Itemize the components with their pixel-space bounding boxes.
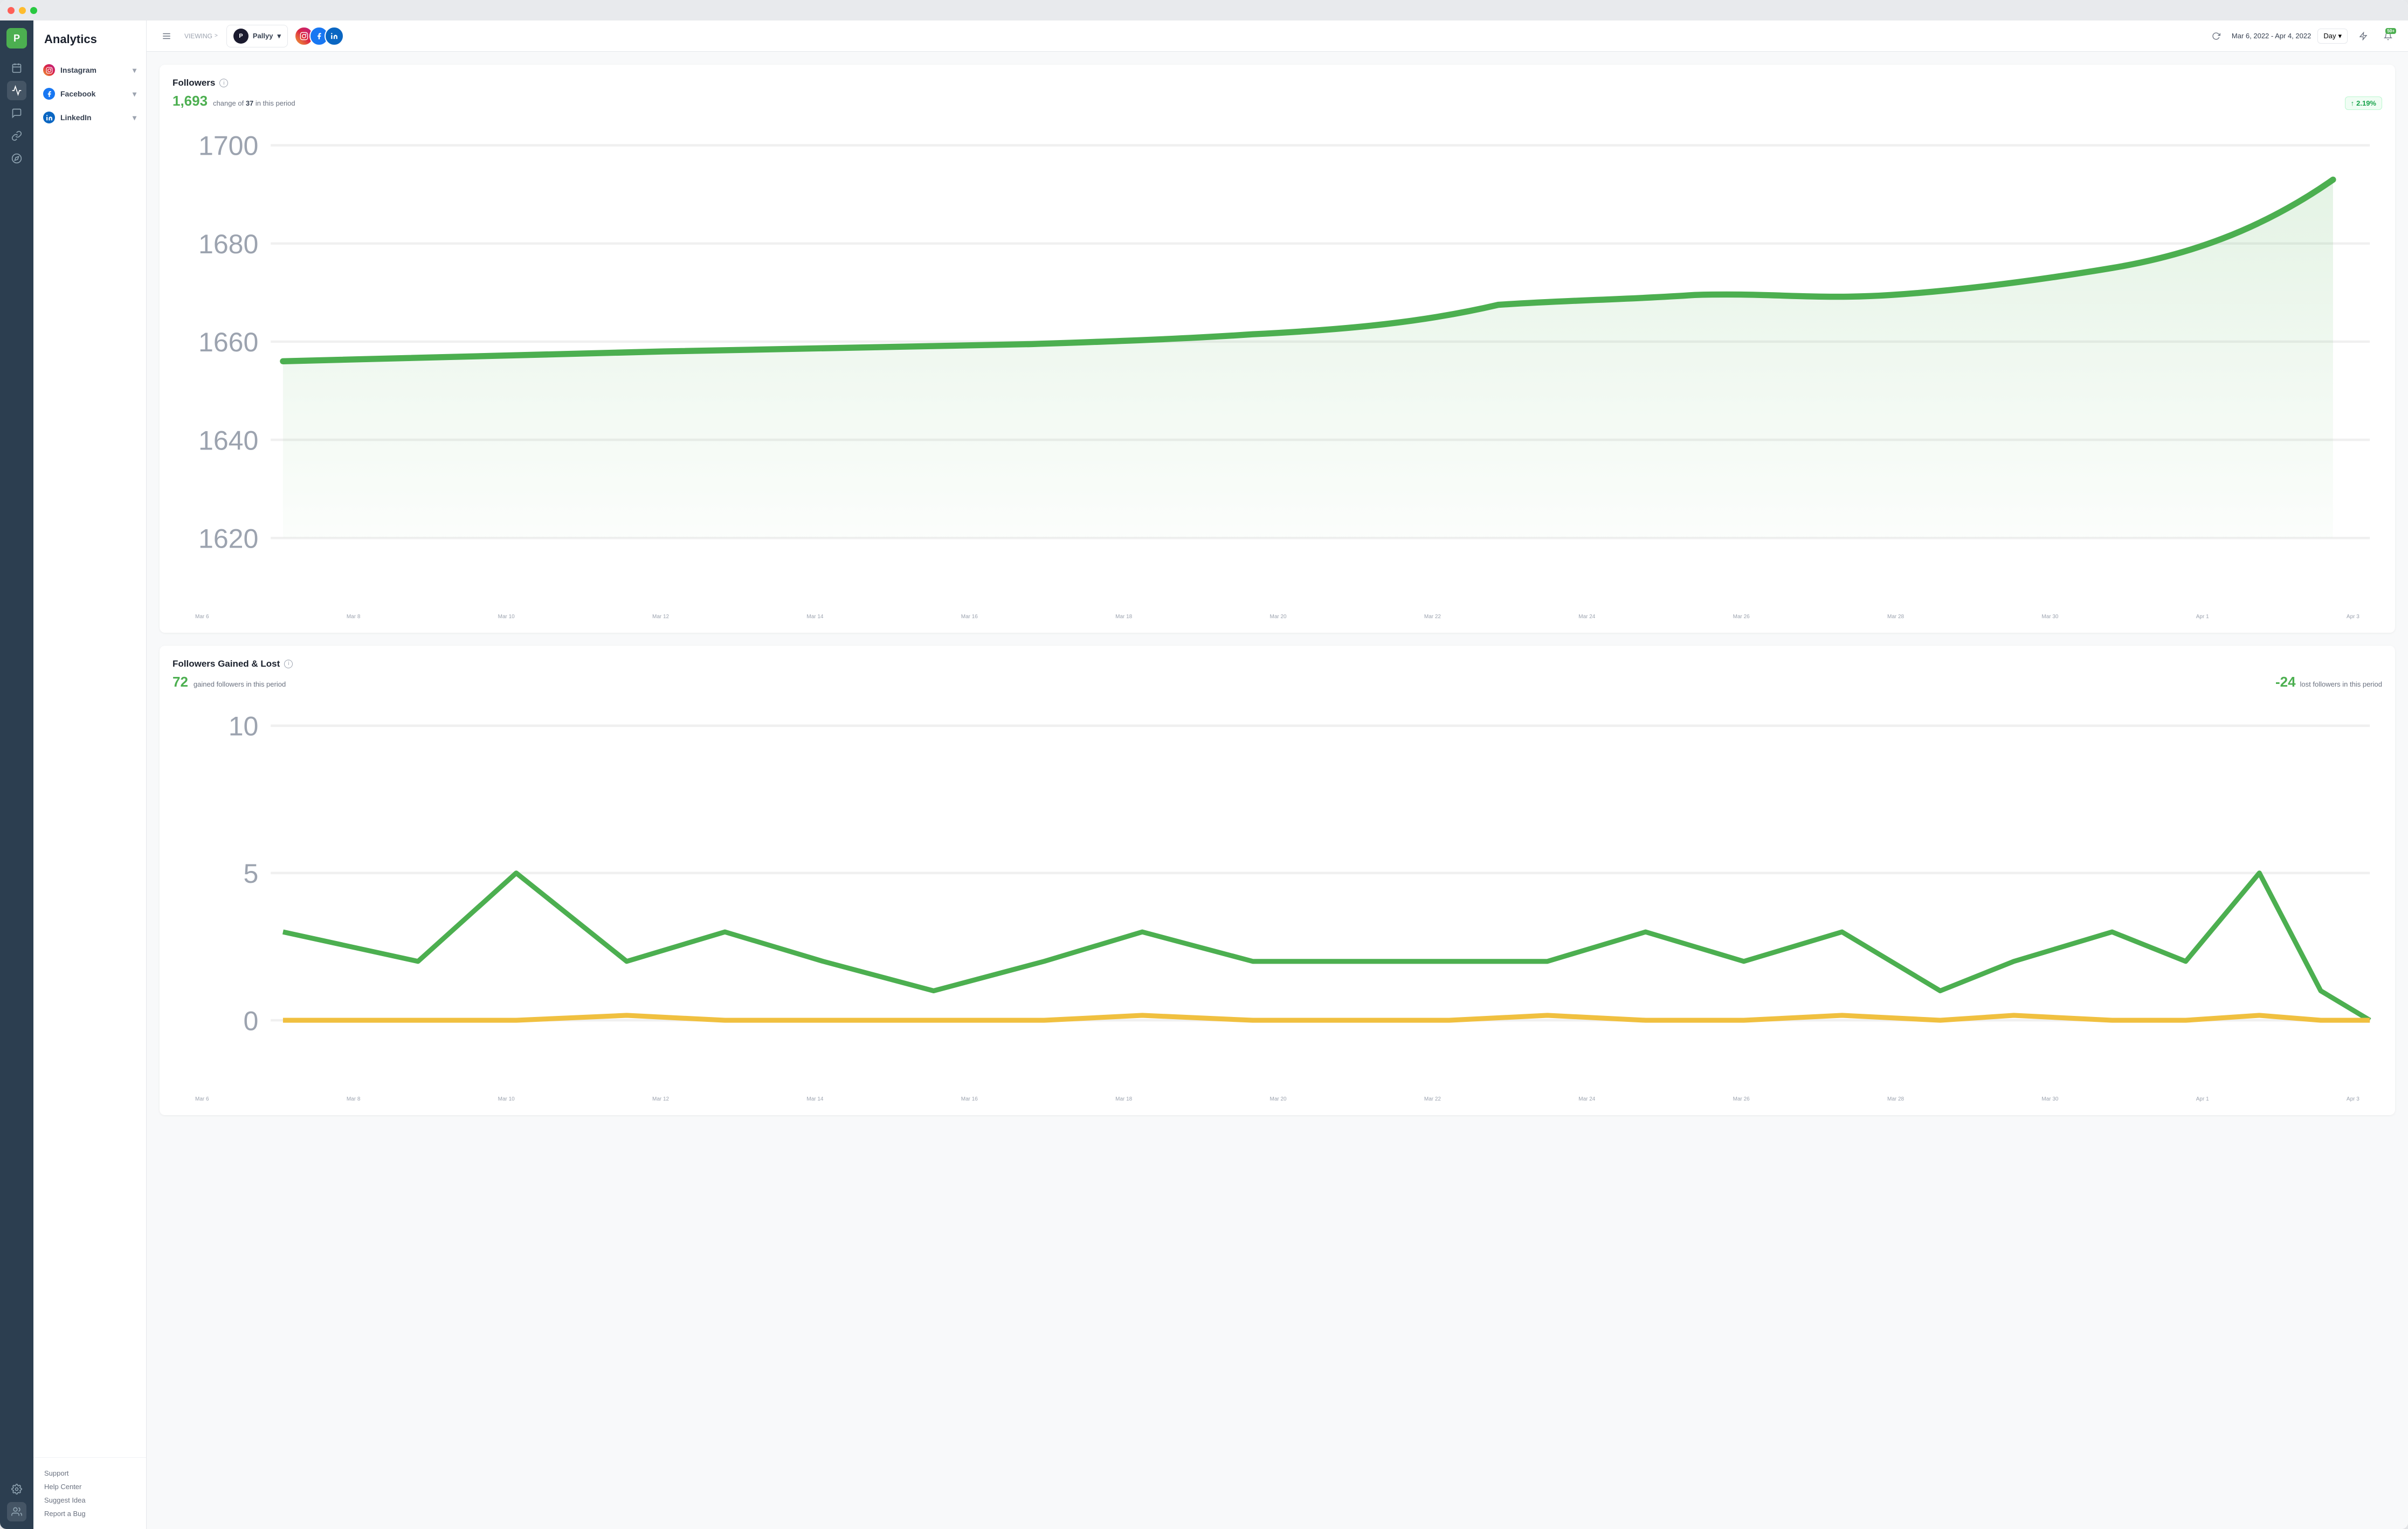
refresh-button[interactable] [2207, 27, 2225, 45]
followers-chart-header: Followers i [173, 78, 2382, 88]
sidebar-title: Analytics [33, 20, 146, 56]
viewing-label: VIEWING > [184, 32, 218, 40]
svg-text:1660: 1660 [198, 327, 258, 357]
followers-info-icon[interactable]: i [219, 79, 228, 87]
profile-badges [299, 26, 344, 46]
titlebar [0, 0, 2408, 20]
suggest-idea-link[interactable]: Suggest Idea [44, 1493, 135, 1507]
main-content: VIEWING > P Pallyy ▾ [147, 20, 2408, 1529]
content-area: Followers i 1,693 change of 37 in this p… [147, 52, 2408, 1529]
followers-pct-badge: ↑ 2.19% [2345, 96, 2382, 110]
date-range: Mar 6, 2022 - Apr 4, 2022 [2232, 32, 2311, 40]
svg-text:1680: 1680 [198, 229, 258, 259]
account-avatar: P [233, 29, 249, 44]
linkedin-label: LinkedIn [60, 113, 92, 122]
facebook-icon [43, 88, 55, 100]
svg-text:5: 5 [244, 859, 259, 889]
messages-icon[interactable] [7, 103, 26, 123]
svg-text:0: 0 [244, 1006, 259, 1036]
lost-stat: -24 [2275, 674, 2296, 690]
calendar-icon[interactable] [7, 58, 26, 78]
menu-button[interactable] [157, 27, 176, 45]
maximize-button[interactable] [30, 7, 37, 14]
people-icon[interactable] [7, 1502, 26, 1521]
explore-icon[interactable] [7, 149, 26, 168]
svg-text:1620: 1620 [198, 523, 258, 554]
account-name: Pallyy [253, 32, 273, 40]
followers-stat: 1,693 [173, 93, 208, 109]
sidebar-item-linkedin[interactable]: LinkedIn ▾ [33, 106, 146, 129]
help-center-link[interactable]: Help Center [44, 1480, 135, 1493]
lightning-button[interactable] [2354, 27, 2372, 45]
lost-desc: lost followers in this period [2300, 680, 2382, 688]
facebook-label: Facebook [60, 89, 95, 98]
minimize-button[interactable] [19, 7, 26, 14]
links-icon[interactable] [7, 126, 26, 146]
instagram-icon [43, 64, 55, 76]
followers-chart-card: Followers i 1,693 change of 37 in this p… [160, 65, 2395, 633]
gained-lost-chart-header: Followers Gained & Lost i [173, 659, 2382, 669]
gained-stat: 72 [173, 674, 188, 690]
app-window: P [0, 0, 2408, 1529]
sidebar-footer: Support Help Center Suggest Idea Report … [33, 1457, 146, 1529]
notifications-button[interactable]: 50+ [2379, 27, 2397, 45]
topbar: VIEWING > P Pallyy ▾ [147, 20, 2408, 52]
support-link[interactable]: Support [44, 1466, 135, 1480]
gained-lost-chart-title: Followers Gained & Lost [173, 659, 280, 669]
gained-lost-chart-card: Followers Gained & Lost i 72 gained foll… [160, 646, 2395, 1115]
topbar-actions: Mar 6, 2022 - Apr 4, 2022 Day ▾ 50+ [2207, 27, 2397, 45]
gained-desc: gained followers in this period [194, 680, 286, 688]
icon-rail: P [0, 20, 33, 1529]
report-bug-link[interactable]: Report a Bug [44, 1507, 135, 1520]
app-logo[interactable]: P [6, 28, 27, 49]
app-body: P [0, 20, 2408, 1529]
instagram-label: Instagram [60, 66, 96, 74]
gained-lost-chart-wrapper: 10 5 0 Mar 6 [173, 701, 2382, 1102]
notif-badge: 50+ [2385, 28, 2396, 34]
linkedin-chevron-icon: ▾ [133, 113, 136, 122]
followers-chart-wrapper: 1700 1680 1660 1640 1620 [173, 121, 2382, 620]
analytics-icon[interactable] [7, 81, 26, 100]
svg-text:1700: 1700 [198, 131, 258, 161]
account-chevron-icon: ▾ [277, 32, 281, 40]
instagram-chevron-icon: ▾ [133, 66, 136, 75]
sidebar-nav: Instagram ▾ Facebook ▾ LinkedIn ▾ [33, 56, 146, 1457]
svg-text:1640: 1640 [198, 425, 258, 455]
facebook-chevron-icon: ▾ [133, 89, 136, 99]
followers-change-desc: change of 37 in this period [213, 99, 295, 107]
account-selector[interactable]: P Pallyy ▾ [226, 25, 288, 47]
gained-lost-info-icon[interactable]: i [284, 660, 293, 668]
linkedin-icon [43, 112, 55, 123]
day-selector[interactable]: Day ▾ [2317, 29, 2348, 44]
settings-icon[interactable] [7, 1479, 26, 1499]
followers-chart-title: Followers [173, 78, 215, 88]
close-button[interactable] [8, 7, 15, 14]
sidebar-item-facebook[interactable]: Facebook ▾ [33, 82, 146, 106]
badge-linkedin[interactable] [325, 26, 344, 46]
sidebar: Analytics Instagram ▾ Facebook ▾ [33, 20, 147, 1529]
sidebar-item-instagram[interactable]: Instagram ▾ [33, 58, 146, 82]
svg-text:10: 10 [229, 711, 259, 742]
